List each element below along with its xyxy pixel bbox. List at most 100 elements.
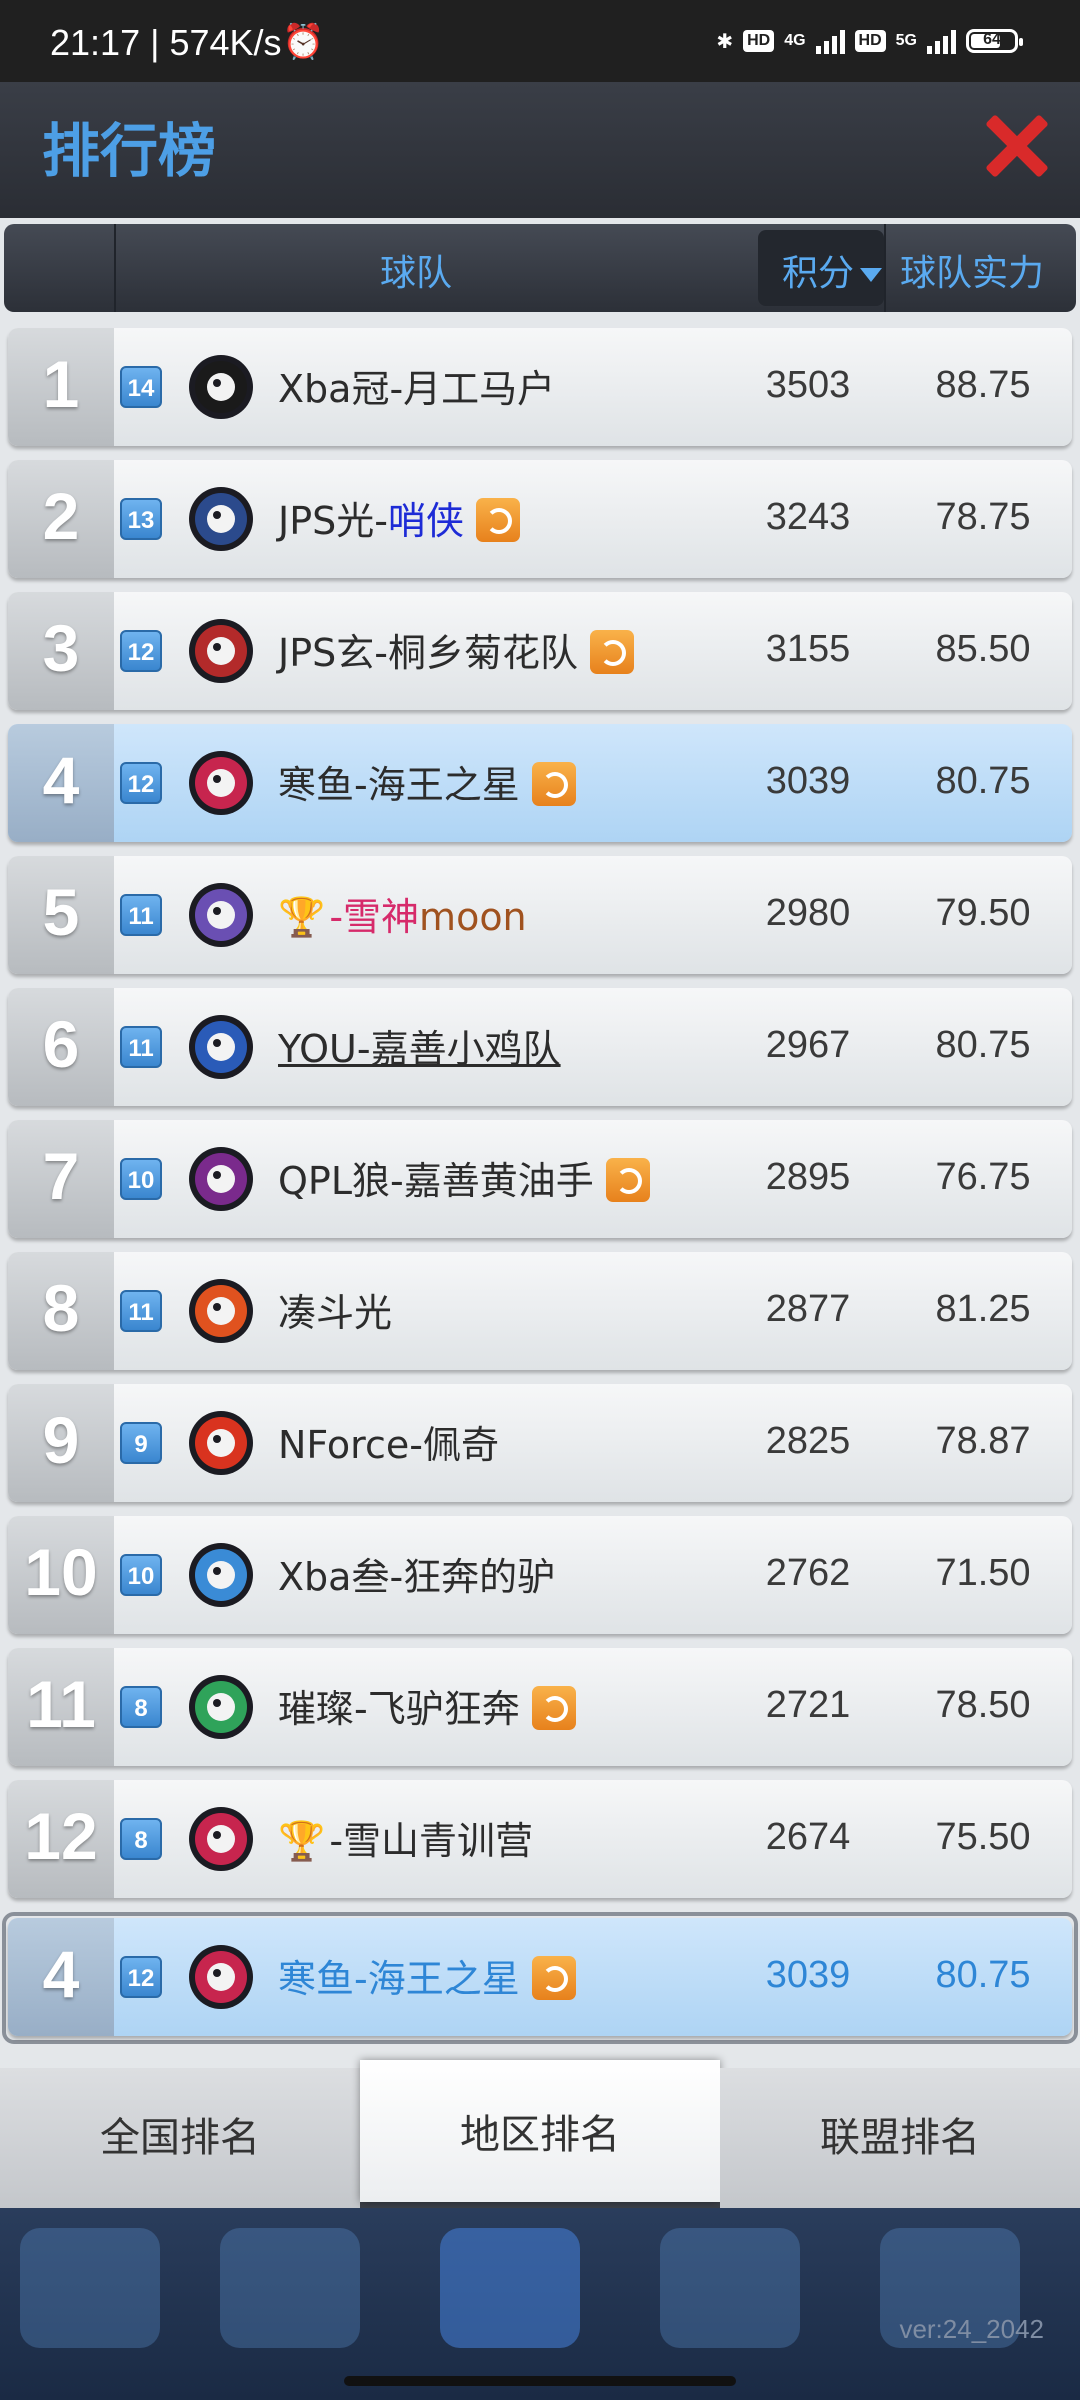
- table-row[interactable]: 8 11 凑斗光 2877 81.25: [8, 1252, 1072, 1370]
- column-score[interactable]: 积分: [782, 244, 883, 296]
- team-power: 78.75: [935, 496, 1031, 538]
- team-name-prefix: -雪神: [329, 895, 420, 939]
- team-name-text: Xba叁-狂奔的驴: [278, 1555, 556, 1599]
- transfer-icon: [531, 1685, 576, 1730]
- home-indicator[interactable]: [344, 2376, 736, 2386]
- team-name-text: JPS玄-桐乡菊花队: [278, 631, 578, 675]
- table-row[interactable]: 1 14 Xba冠-月工马户 3503 88.75: [8, 328, 1072, 446]
- table-row[interactable]: 3 12 JPS玄-桐乡菊花队 3155 85.50: [8, 592, 1072, 710]
- rank-number: 10: [8, 1516, 114, 1634]
- table-row[interactable]: 7 10 QPL狼-嘉善黄油手 2895 76.75: [8, 1120, 1072, 1238]
- level-badge: 10: [120, 1554, 162, 1596]
- team-name[interactable]: YOU-嘉善小鸡队: [278, 1018, 561, 1073]
- team-score: 3503: [765, 364, 851, 406]
- rank-number: 5: [8, 856, 114, 974]
- column-power[interactable]: 球队实力: [900, 244, 1044, 296]
- table-row[interactable]: 11 8 璀璨-飞驴狂奔 2721 78.50: [8, 1648, 1072, 1766]
- team-score: 2674: [765, 1816, 851, 1858]
- version-label: ver:24_2042: [899, 2314, 1044, 2344]
- bluetooth-icon: ✱: [716, 30, 734, 53]
- net-type-2: 5G: [895, 32, 917, 49]
- level-badge: 13: [120, 498, 162, 540]
- team-logo-icon: [186, 616, 256, 686]
- tab-regional[interactable]: 地区排名: [360, 2060, 720, 2202]
- tab-national[interactable]: 全国排名: [0, 2068, 360, 2208]
- team-logo-icon: [186, 748, 256, 818]
- hd-icon: HD: [743, 30, 775, 52]
- page-title: 排行榜: [42, 117, 217, 185]
- table-row[interactable]: 9 9 NForce-佩奇 2825 78.87: [8, 1384, 1072, 1502]
- level-badge: 11: [120, 1026, 162, 1068]
- close-button[interactable]: [984, 112, 1048, 176]
- level-badge: 8: [120, 1686, 162, 1728]
- team-logo-icon: [186, 1942, 256, 2012]
- nav-blur-3: [440, 2228, 580, 2348]
- table-row[interactable]: 4 12 寒鱼-海王之星 3039 80.75: [8, 724, 1072, 842]
- rank-number: 11: [8, 1648, 114, 1766]
- team-name-text: 凑斗光: [278, 1291, 393, 1335]
- transfer-icon: [589, 629, 634, 674]
- team-power: 76.75: [935, 1156, 1031, 1198]
- team-name[interactable]: Xba冠-月工马户: [278, 358, 555, 413]
- team-power: 80.75: [935, 760, 1031, 802]
- rank-number: 12: [8, 1780, 114, 1898]
- level-badge: 12: [120, 1956, 162, 1998]
- tab-alliance[interactable]: 联盟排名: [720, 2068, 1080, 2208]
- table-row[interactable]: 10 10 Xba叁-狂奔的驴 2762 71.50: [8, 1516, 1072, 1634]
- transfer-icon: [475, 497, 520, 542]
- team-score: 2825: [765, 1420, 851, 1462]
- team-score: 3039: [765, 1954, 851, 1996]
- level-badge: 11: [120, 1290, 162, 1332]
- table-row[interactable]: 12 8 🏆 -雪山青训营 2674 75.50: [8, 1780, 1072, 1898]
- page-header: 排行榜: [0, 82, 1080, 218]
- team-power: 79.50: [935, 892, 1031, 934]
- team-power: 88.75: [935, 364, 1031, 406]
- rank-number: 8: [8, 1252, 114, 1370]
- team-logo-icon: [186, 1540, 256, 1610]
- my-team-row[interactable]: 4 12 寒鱼-海王之星 3039 80.75: [8, 1918, 1072, 2036]
- team-power: 80.75: [935, 1954, 1031, 1996]
- team-name-text: YOU-嘉善小鸡队: [278, 1027, 561, 1071]
- team-power: 78.87: [935, 1420, 1031, 1462]
- team-name[interactable]: 寒鱼-海王之星: [278, 754, 576, 810]
- transfer-icon: [605, 1157, 650, 1202]
- level-badge: 12: [120, 630, 162, 672]
- team-name-text: 寒鱼-海王之星: [278, 763, 520, 807]
- team-score: 2721: [765, 1684, 851, 1726]
- team-name[interactable]: NForce-佩奇: [278, 1414, 499, 1469]
- team-logo-icon: [186, 1408, 256, 1478]
- nav-blur-1: [20, 2228, 160, 2348]
- team-name[interactable]: 凑斗光: [278, 1282, 392, 1337]
- team-name[interactable]: 🏆 -雪神moon: [278, 886, 527, 941]
- column-score-label: 积分: [782, 253, 855, 294]
- team-name[interactable]: JPS光-哨侠: [278, 490, 520, 546]
- table-row[interactable]: 2 13 JPS光-哨侠 3243 78.75: [8, 460, 1072, 578]
- table-row[interactable]: 6 11 YOU-嘉善小鸡队 2967 80.75: [8, 988, 1072, 1106]
- team-name-text: Xba冠-月工马户: [278, 367, 556, 411]
- team-logo-icon: [186, 880, 256, 950]
- team-name[interactable]: 璀璨-飞驴狂奔: [278, 1678, 576, 1734]
- team-name[interactable]: JPS玄-桐乡菊花队: [278, 622, 634, 678]
- ranking-tabs: 全国排名 地区排名 联盟排名: [0, 2060, 1080, 2208]
- team-name-prefix: JPS光-: [278, 499, 388, 543]
- team-name[interactable]: Xba叁-狂奔的驴: [278, 1546, 555, 1601]
- team-name-text: QPL狼-嘉善黄油手: [278, 1159, 594, 1203]
- rank-number: 4: [8, 1918, 114, 2036]
- table-row[interactable]: 5 11 🏆 -雪神moon 2980 79.50: [8, 856, 1072, 974]
- team-name[interactable]: 寒鱼-海王之星: [278, 1948, 576, 2004]
- team-logo-icon: [186, 352, 256, 422]
- team-name[interactable]: 🏆 -雪山青训营: [278, 1810, 533, 1865]
- rank-number: 1: [8, 328, 114, 446]
- team-power: 81.25: [935, 1288, 1031, 1330]
- team-name[interactable]: QPL狼-嘉善黄油手: [278, 1150, 650, 1206]
- status-time: 21:17 | 574K/s: [50, 22, 282, 63]
- team-logo-icon: [186, 1672, 256, 1742]
- team-logo-icon: [186, 484, 256, 554]
- team-power: 71.50: [935, 1552, 1031, 1594]
- nav-blur-4: [660, 2228, 800, 2348]
- signal-icon: [815, 28, 845, 54]
- team-name-prefix: -雪山青训营: [329, 1819, 534, 1863]
- hd-icon-2: HD: [854, 30, 886, 52]
- column-team[interactable]: 球队: [380, 244, 452, 296]
- level-badge: 9: [120, 1422, 162, 1464]
